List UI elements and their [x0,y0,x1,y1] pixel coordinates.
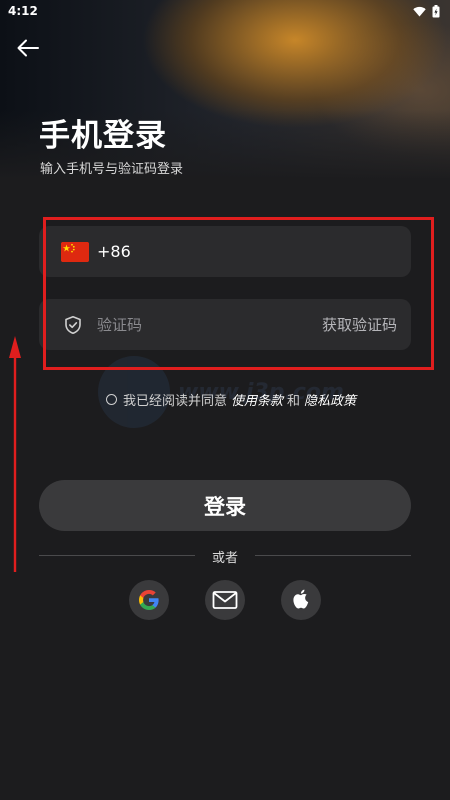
google-icon [139,590,159,610]
or-divider-label: 或者 [211,551,238,566]
apple-login-button[interactable] [281,580,321,620]
mail-icon [212,591,238,609]
divider-line-right [255,555,411,556]
verification-code-field: 获取验证码 [39,299,411,350]
status-icons [413,4,440,18]
agreement-connector: 和 [287,394,301,409]
status-bar: 4:12 [0,0,450,22]
agreement-prefix: 我已经阅读并同意 [123,394,228,409]
china-flag-icon [61,241,89,262]
login-button[interactable]: 登录 [39,480,411,531]
page-subtitle: 输入手机号与验证码登录 [40,162,184,177]
wifi-icon [413,6,426,16]
phone-field[interactable]: +86 [39,226,411,277]
privacy-link[interactable]: 隐私政策 [304,390,356,409]
arrow-left-icon [17,39,39,57]
status-time: 4:12 [8,4,38,18]
verification-code-input[interactable] [97,315,322,334]
google-login-button[interactable] [129,580,169,620]
country-code[interactable]: +86 [97,242,131,261]
terms-link[interactable]: 使用条款 [231,390,283,409]
apple-icon [293,589,309,609]
agreement-row: 我已经阅读并同意 使用条款 和 隐私政策 [106,390,356,409]
battery-icon [432,4,440,17]
email-login-button[interactable] [205,580,245,620]
shield-check-icon [65,315,81,334]
agreement-checkbox[interactable] [106,394,117,405]
annotation-up-arrow-icon [9,336,21,572]
get-code-button[interactable]: 获取验证码 [322,314,397,335]
back-button[interactable] [14,34,42,62]
page-title: 手机登录 [39,118,167,154]
